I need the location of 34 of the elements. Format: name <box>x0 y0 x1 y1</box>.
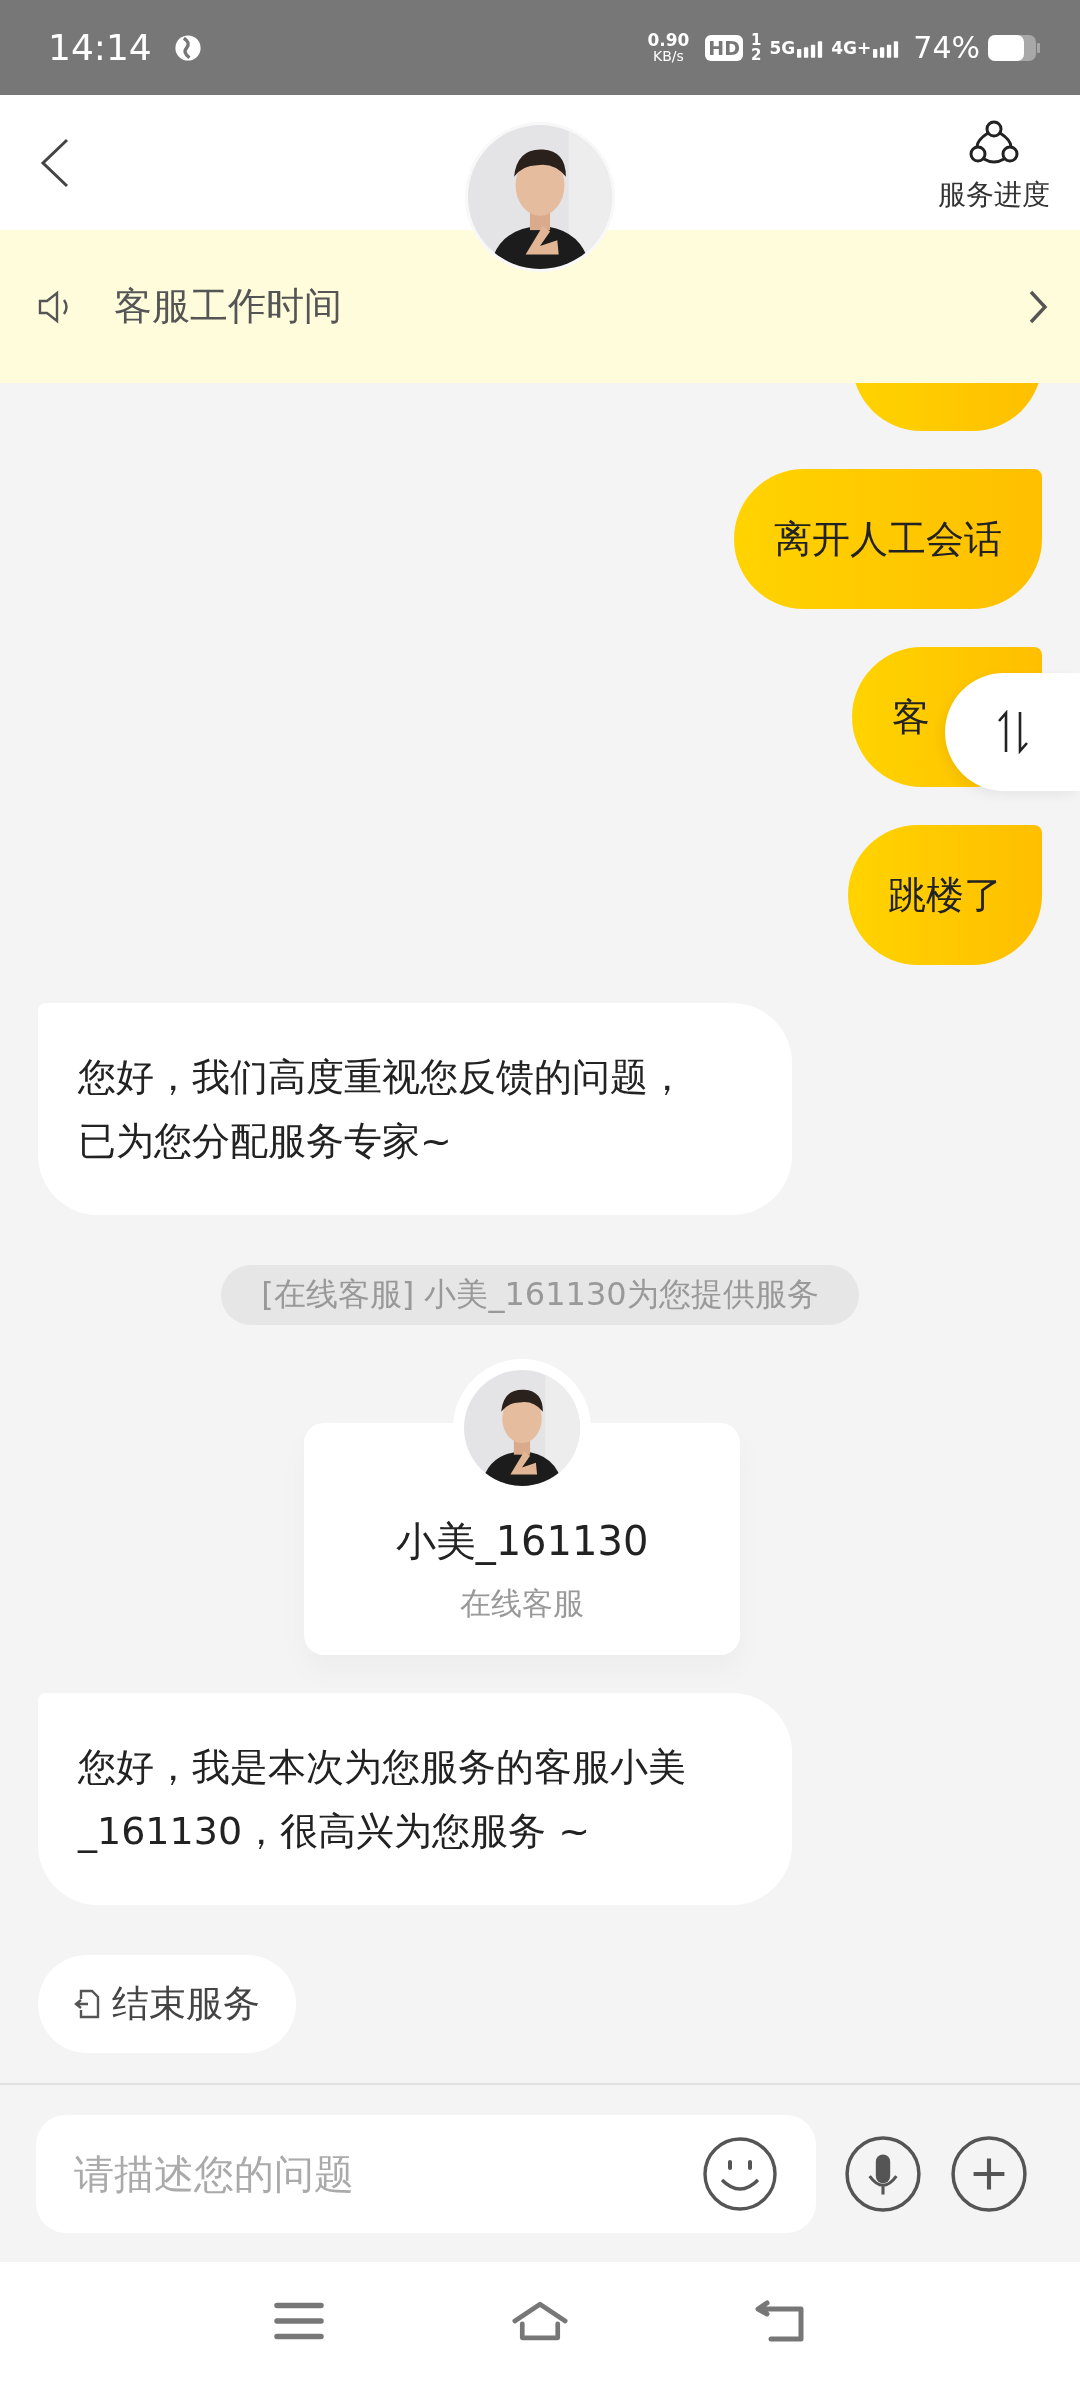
input-field[interactable]: 请描述您的问题 <box>36 2114 816 2233</box>
chevron-right-icon <box>1028 288 1048 325</box>
clock-time: 14:14 <box>48 27 152 68</box>
sim-index: 1 <box>751 32 762 48</box>
speed-unit: KB/s <box>653 49 684 63</box>
message-field[interactable]: 请描述您的问题 <box>72 2149 702 2198</box>
network-type: 4G+ <box>831 37 872 58</box>
end-service-button[interactable]: 结束服务 <box>38 1955 296 2053</box>
signal-icon <box>797 39 824 58</box>
progress-button[interactable]: 服务进度 <box>938 111 1050 214</box>
agent-role: 在线客服 <box>460 1584 584 1623</box>
agent-name: 小美_161130 <box>395 1517 649 1567</box>
network-type: 5G <box>769 37 796 58</box>
home-icon[interactable] <box>512 2299 568 2343</box>
signal-icon <box>873 39 900 58</box>
exit-icon <box>74 1989 100 2019</box>
back-icon[interactable] <box>40 137 70 188</box>
battery-icon <box>988 34 1040 61</box>
message-bubble: 离开人工会话 <box>734 469 1042 609</box>
system-notice: [在线客服] 小美_161130为您提供服务 <box>221 1265 859 1325</box>
add-icon[interactable] <box>950 2134 1028 2213</box>
sim-index: 2 <box>751 47 762 63</box>
nodes-icon <box>969 119 1019 166</box>
battery-level: 74% <box>913 30 980 65</box>
message-bubble: 您好，我们高度重视您反馈的问题，已为您分配服务专家~ <box>38 1003 792 1215</box>
emoji-icon[interactable] <box>702 2135 778 2212</box>
globe-icon <box>173 33 202 62</box>
network-speed: 0.90 <box>647 32 690 49</box>
microphone-icon[interactable] <box>844 2134 922 2213</box>
notice-text: 客服工作时间 <box>114 283 343 330</box>
message-bubble: 您好，我是本次为您服务的客服小美_161130，很高兴为您服务 ~ <box>38 1693 792 1905</box>
message-bubble: 跳楼了 <box>848 825 1042 965</box>
hd-badge: HD <box>705 34 744 61</box>
notice-banner[interactable]: 客服工作时间 <box>0 230 1080 383</box>
